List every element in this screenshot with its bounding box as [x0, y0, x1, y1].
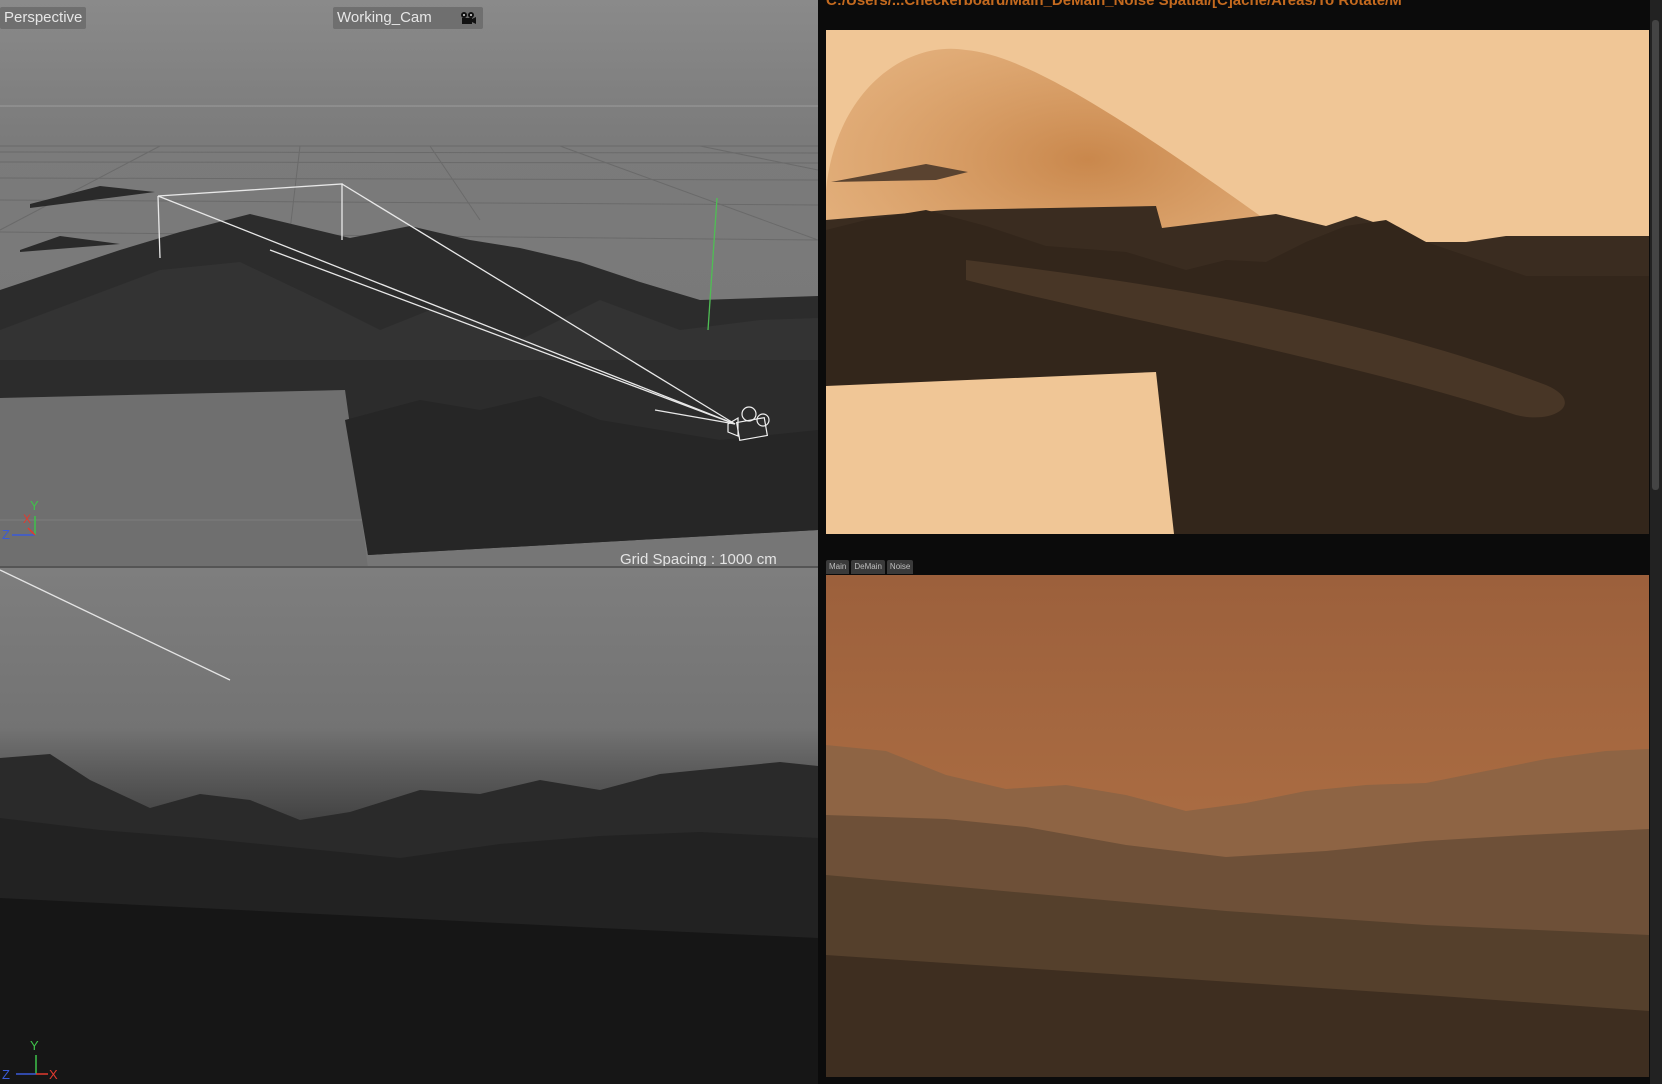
camera-icon[interactable]	[459, 11, 477, 25]
render-panel: C:/Users/...Checkerboard/Main_DeMain_Noi…	[818, 0, 1662, 1084]
camera-scene	[0, 569, 818, 1084]
tab-main[interactable]: Main	[826, 560, 850, 574]
view-mode-text: Perspective	[4, 9, 83, 26]
tab-demain[interactable]: DeMain	[851, 560, 885, 574]
render-path-bar: C:/Users/...Checkerboard/Main_DeMain_Noi…	[826, 0, 1402, 9]
render-tabs: Main DeMain Noise	[826, 560, 914, 574]
camera-viewport[interactable]: Y Z X	[0, 568, 818, 1084]
view-mode-label[interactable]: Perspective	[0, 7, 87, 29]
scrollbar[interactable]	[1650, 0, 1662, 1084]
camera-selector[interactable]: Working_Cam	[333, 7, 483, 29]
axis-z-label: Z	[2, 1067, 10, 1082]
scrollbar-thumb[interactable]	[1652, 20, 1659, 490]
tab-noise[interactable]: Noise	[886, 560, 914, 574]
render-view-top[interactable]	[826, 30, 1649, 534]
axis-y-label: Y	[30, 1038, 39, 1053]
viewport-divider	[0, 566, 818, 568]
render-view-bottom[interactable]	[826, 575, 1649, 1077]
render-top-scene	[826, 48, 1649, 534]
axis-z-label: Z	[2, 527, 10, 542]
render-bottom-scene	[826, 575, 1649, 1077]
axis-x-label: X	[49, 1067, 58, 1082]
axis-x-label: X	[23, 512, 32, 526]
perspective-viewport[interactable]: Y X Z Perspective Working_Cam Grid Spaci…	[0, 0, 818, 568]
perspective-scene	[0, 105, 818, 568]
camera-name: Working_Cam	[337, 9, 432, 26]
axis-y-label: Y	[30, 498, 39, 513]
